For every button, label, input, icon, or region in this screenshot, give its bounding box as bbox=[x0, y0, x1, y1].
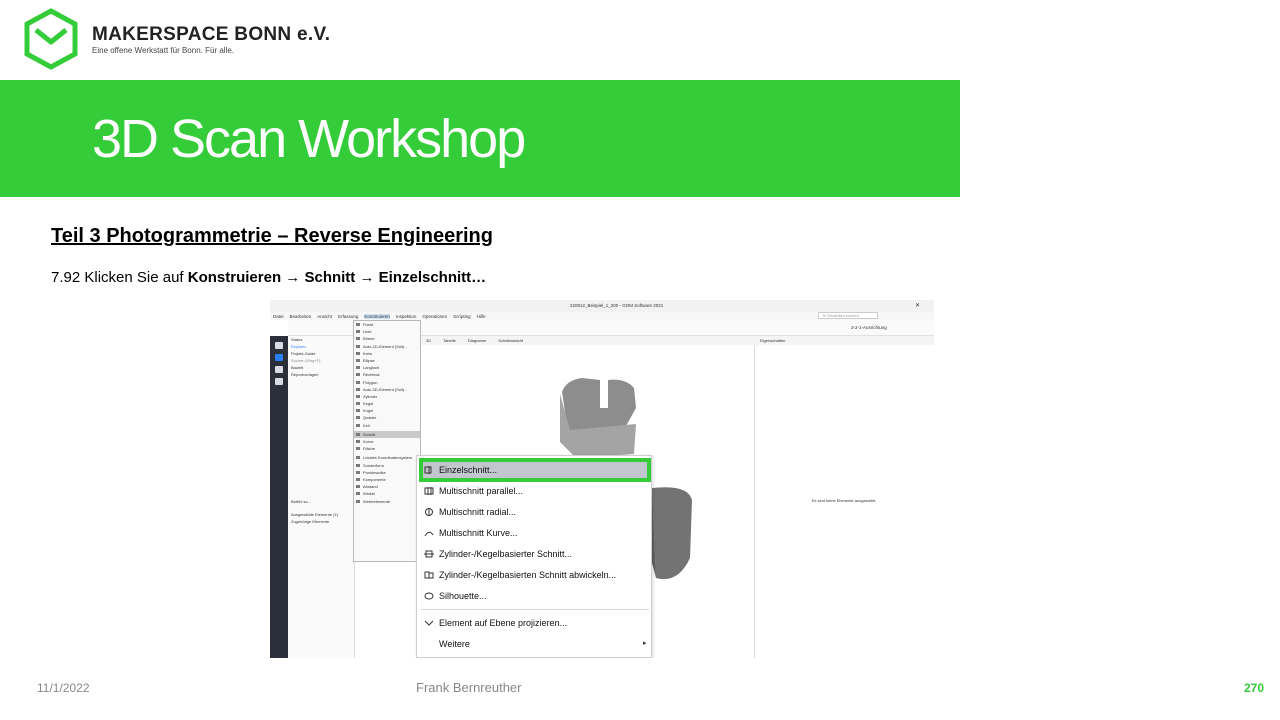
tree-item[interactable]: Reportvorlagen bbox=[288, 372, 354, 379]
menu-hilfe[interactable]: Hilfe bbox=[477, 314, 486, 319]
side-rail bbox=[270, 336, 288, 658]
explorer-tab[interactable]: Explorer bbox=[288, 344, 354, 351]
silhouette-icon bbox=[424, 592, 434, 600]
menu-separator bbox=[421, 609, 649, 610]
submenu-item-zylinder-abwickeln[interactable]: Zylinder-/Kegelbasierten Schnitt abwicke… bbox=[439, 570, 616, 580]
section-subtitle: Teil 3 Photogrammetrie – Reverse Enginee… bbox=[51, 225, 493, 247]
window-titlebar: 220912_Beispiel_1_200 - GOM Software 202… bbox=[270, 300, 934, 312]
home-icon[interactable] bbox=[275, 342, 283, 349]
menu-item-abstand[interactable]: Abstand bbox=[354, 483, 420, 490]
menu-item-kreis[interactable]: Kreis bbox=[354, 350, 420, 357]
instruction-prefix: 7.92 Klicken Sie auf bbox=[51, 269, 188, 286]
menu-item-keil[interactable]: Keil bbox=[354, 422, 420, 429]
radial-sections-icon bbox=[425, 508, 433, 516]
footer-author: Frank Bernreuther bbox=[416, 680, 522, 695]
no-selection-text: Es sind keine Elemente ausgewählt. bbox=[811, 498, 877, 503]
project-to-plane-icon bbox=[424, 620, 434, 626]
cylinder-section-icon bbox=[424, 550, 434, 558]
arrow-icon: → bbox=[359, 269, 375, 286]
search-input[interactable]: In Einstellen suchen bbox=[818, 312, 878, 319]
menu-item-quader[interactable]: Quader bbox=[354, 414, 420, 421]
submenu-item-einzelschnitt[interactable]: Einzelschnitt... bbox=[439, 465, 497, 475]
submenu-item-zylinder-schnitt[interactable]: Zylinder-/Kegelbasierter Schnitt... bbox=[439, 549, 572, 559]
properties-panel bbox=[754, 336, 934, 658]
menu-item-schnitt[interactable]: Schnitt bbox=[354, 430, 420, 438]
single-section-icon bbox=[424, 466, 432, 474]
menu-konstruieren[interactable]: Konstruieren bbox=[364, 313, 390, 319]
step-einzelschnitt: Einzelschnitt… bbox=[378, 269, 487, 286]
section-submenu: Einzelschnitt... Multischnitt parallel..… bbox=[416, 455, 652, 658]
list-item[interactable]: Ausgewählte Elemente (1) bbox=[288, 512, 354, 519]
properties-tab[interactable]: Eigenschaften bbox=[754, 336, 934, 345]
menu-item-komponente[interactable]: Komponente bbox=[354, 476, 420, 483]
submenu-item-weitere[interactable]: Weitere bbox=[439, 639, 470, 649]
menu-item-kurve[interactable]: Kurve bbox=[354, 438, 420, 445]
menu-ansicht[interactable]: Ansicht bbox=[317, 314, 332, 319]
curve-sections-icon bbox=[424, 531, 434, 537]
org-name: MAKERSPACE BONN e.V. bbox=[92, 24, 331, 45]
view-tabs: 3D Tabelle Diagramm Schnittansicht bbox=[420, 336, 754, 345]
list-item[interactable]: Zugehörige Elemente bbox=[288, 519, 354, 526]
construct-menu: Punkt Linie Ebene Auto-2D-Element (Soll)… bbox=[353, 320, 421, 562]
menu-item-flaeche[interactable]: Fläche bbox=[354, 445, 420, 452]
menu-item-punkt[interactable]: Punkt bbox=[354, 321, 420, 328]
step-schnitt: Schnitt bbox=[304, 269, 356, 286]
menu-item-werteelemente[interactable]: Werteelemente bbox=[354, 498, 420, 505]
window-title: 220912_Beispiel_1_200 - GOM Software 202… bbox=[570, 303, 664, 308]
submenu-item-multi-parallel[interactable]: Multischnitt parallel... bbox=[439, 486, 523, 496]
menu-item-lokales-ks[interactable]: Lokales Koordinatensystem bbox=[354, 454, 420, 461]
bookmark-icon[interactable] bbox=[275, 366, 283, 373]
menu-item-kegel[interactable]: Kegel bbox=[354, 400, 420, 407]
menu-item-winkel[interactable]: Winkel bbox=[354, 490, 420, 497]
tab-tabelle[interactable]: Tabelle bbox=[443, 338, 456, 343]
unroll-section-icon bbox=[424, 571, 434, 579]
arrow-icon: → bbox=[285, 269, 301, 286]
menu-item-auto-3d[interactable]: Auto-3D-Element (Soll)... bbox=[354, 386, 420, 393]
submenu-item-multi-radial[interactable]: Multischnitt radial... bbox=[439, 507, 516, 517]
menu-bearbeiten[interactable]: Bearbeiten bbox=[290, 314, 312, 319]
menu-scripting[interactable]: Scripting bbox=[453, 314, 471, 319]
menu-operationen[interactable]: Operationen bbox=[422, 314, 447, 319]
tab-schnittansicht[interactable]: Schnittansicht bbox=[498, 338, 523, 343]
alignment-select[interactable]: 3-2-1-Ausrichtung bbox=[851, 325, 887, 330]
menu-inspektion[interactable]: Inspektion bbox=[396, 314, 417, 319]
software-screenshot: 220912_Beispiel_1_200 - GOM Software 202… bbox=[270, 300, 934, 658]
grid-icon[interactable] bbox=[275, 378, 283, 385]
menu-erfassung[interactable]: Erfassung bbox=[338, 314, 358, 319]
instruction-text: 7.92 Klicken Sie auf Konstruieren → Schn… bbox=[51, 269, 486, 286]
page-title: 3D Scan Workshop bbox=[92, 109, 526, 169]
explorer-panel: Status Explorer Projekt-Guide Suchen (St… bbox=[288, 336, 355, 658]
tab-diagramm[interactable]: Diagramm bbox=[468, 338, 486, 343]
menu-item-polygon[interactable]: Polygon bbox=[354, 379, 420, 386]
menu-datei[interactable]: Datei bbox=[273, 314, 284, 319]
submenu-item-multi-kurve[interactable]: Multischnitt Kurve... bbox=[439, 528, 518, 538]
menu-item-punktewolke[interactable]: Punktewolke bbox=[354, 469, 420, 476]
submenu-item-silhouette[interactable]: Silhouette... bbox=[439, 591, 487, 601]
page-number: 270 bbox=[1244, 681, 1265, 695]
submenu-item-projizieren[interactable]: Element auf Ebene projizieren... bbox=[439, 618, 567, 628]
menu-item-rechteck[interactable]: Rechteck bbox=[354, 371, 420, 378]
menu-item-ebene[interactable]: Ebene bbox=[354, 335, 420, 342]
parallel-sections-icon bbox=[424, 487, 434, 495]
menu-item-sonderform[interactable]: Sonderform bbox=[354, 462, 420, 469]
explorer-search[interactable]: Suchen (Strg+F) bbox=[288, 358, 354, 365]
menu-item-kugel[interactable]: Kugel bbox=[354, 407, 420, 414]
status-label: Status bbox=[291, 337, 303, 342]
command-tab[interactable]: Befehl su... bbox=[288, 499, 354, 506]
menu-item-zylinder[interactable]: Zylinder bbox=[354, 393, 420, 400]
makerspace-logo-icon bbox=[24, 8, 78, 70]
org-tagline: Eine offene Werkstatt für Bonn. Für alle… bbox=[92, 46, 234, 55]
menu-item-auto-2d[interactable]: Auto-2D-Element (Soll)... bbox=[354, 343, 420, 350]
project-guide-tab[interactable]: Projekt-Guide bbox=[288, 351, 354, 358]
chevron-right-icon: ▸ bbox=[643, 640, 647, 647]
step-konstruieren: Konstruieren bbox=[187, 269, 282, 286]
tree-item[interactable]: Bauteil bbox=[288, 365, 354, 372]
menu-item-langloch[interactable]: Langloch bbox=[354, 364, 420, 371]
menu-item-linie[interactable]: Linie bbox=[354, 328, 420, 335]
close-icon[interactable]: ✕ bbox=[915, 302, 920, 309]
footer-date: 11/1/2022 bbox=[37, 681, 90, 695]
menu-item-ellipse[interactable]: Ellipse bbox=[354, 357, 420, 364]
tab-3d[interactable]: 3D bbox=[426, 338, 431, 343]
search-icon[interactable] bbox=[275, 354, 283, 361]
